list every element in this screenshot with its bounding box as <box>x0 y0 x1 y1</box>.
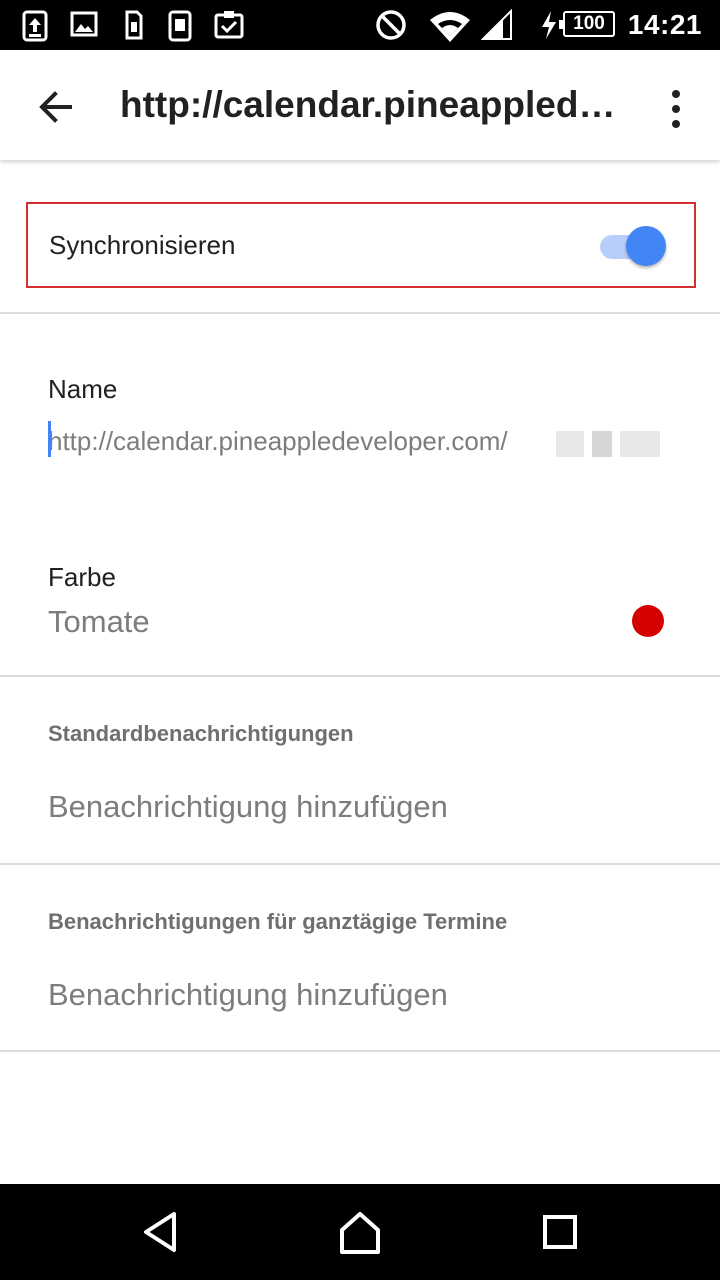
name-label: Name <box>48 374 118 404</box>
do-not-disturb-icon <box>376 10 406 40</box>
app-bar: http://calendar.pineappled… <box>0 50 720 160</box>
divider <box>0 1050 720 1052</box>
wifi-icon <box>430 12 470 42</box>
arrow-back-icon[interactable] <box>26 80 82 136</box>
status-bar: 100 14:21 <box>0 0 720 50</box>
redacted-text <box>556 431 584 457</box>
divider <box>0 863 720 865</box>
color-label: Farbe <box>48 562 116 592</box>
text-cursor <box>48 421 51 457</box>
sync-label: Synchronisieren <box>49 230 236 260</box>
color-value[interactable]: Tomate <box>48 604 150 640</box>
more-vert-icon[interactable] <box>656 84 696 134</box>
sync-setting-row[interactable]: Synchronisieren <box>26 202 696 288</box>
recents-icon[interactable] <box>528 1200 592 1264</box>
charging-icon <box>542 11 556 39</box>
sim-icon <box>125 10 143 40</box>
navigation-bar <box>0 1184 720 1280</box>
upload-icon <box>22 10 48 42</box>
battery-icon: 100 <box>559 11 615 37</box>
back-triangle-icon[interactable] <box>128 1200 192 1264</box>
redacted-text <box>592 431 612 457</box>
redacted-text <box>620 431 660 457</box>
add-notification-button[interactable]: Benachrichtigung hinzufügen <box>48 789 448 825</box>
home-icon[interactable] <box>328 1200 392 1264</box>
toggle-thumb <box>626 226 666 266</box>
clock: 14:21 <box>627 9 702 40</box>
color-swatch[interactable] <box>632 605 664 637</box>
image-icon <box>70 11 98 37</box>
page-title: http://calendar.pineappled… <box>120 84 616 125</box>
all-day-notifications-header: Benachrichtigungen für ganztägige Termin… <box>48 909 508 934</box>
divider <box>0 675 720 677</box>
clipboard-check-icon <box>214 11 244 39</box>
phone-storage-icon <box>168 10 192 42</box>
battery-level: 100 <box>573 13 605 34</box>
default-notifications-header: Standardbenachrichtigungen <box>48 721 354 746</box>
add-all-day-notification-button[interactable]: Benachrichtigung hinzufügen <box>48 977 448 1013</box>
divider <box>0 312 720 314</box>
signal-icon <box>481 9 512 40</box>
sync-toggle[interactable] <box>596 224 668 268</box>
